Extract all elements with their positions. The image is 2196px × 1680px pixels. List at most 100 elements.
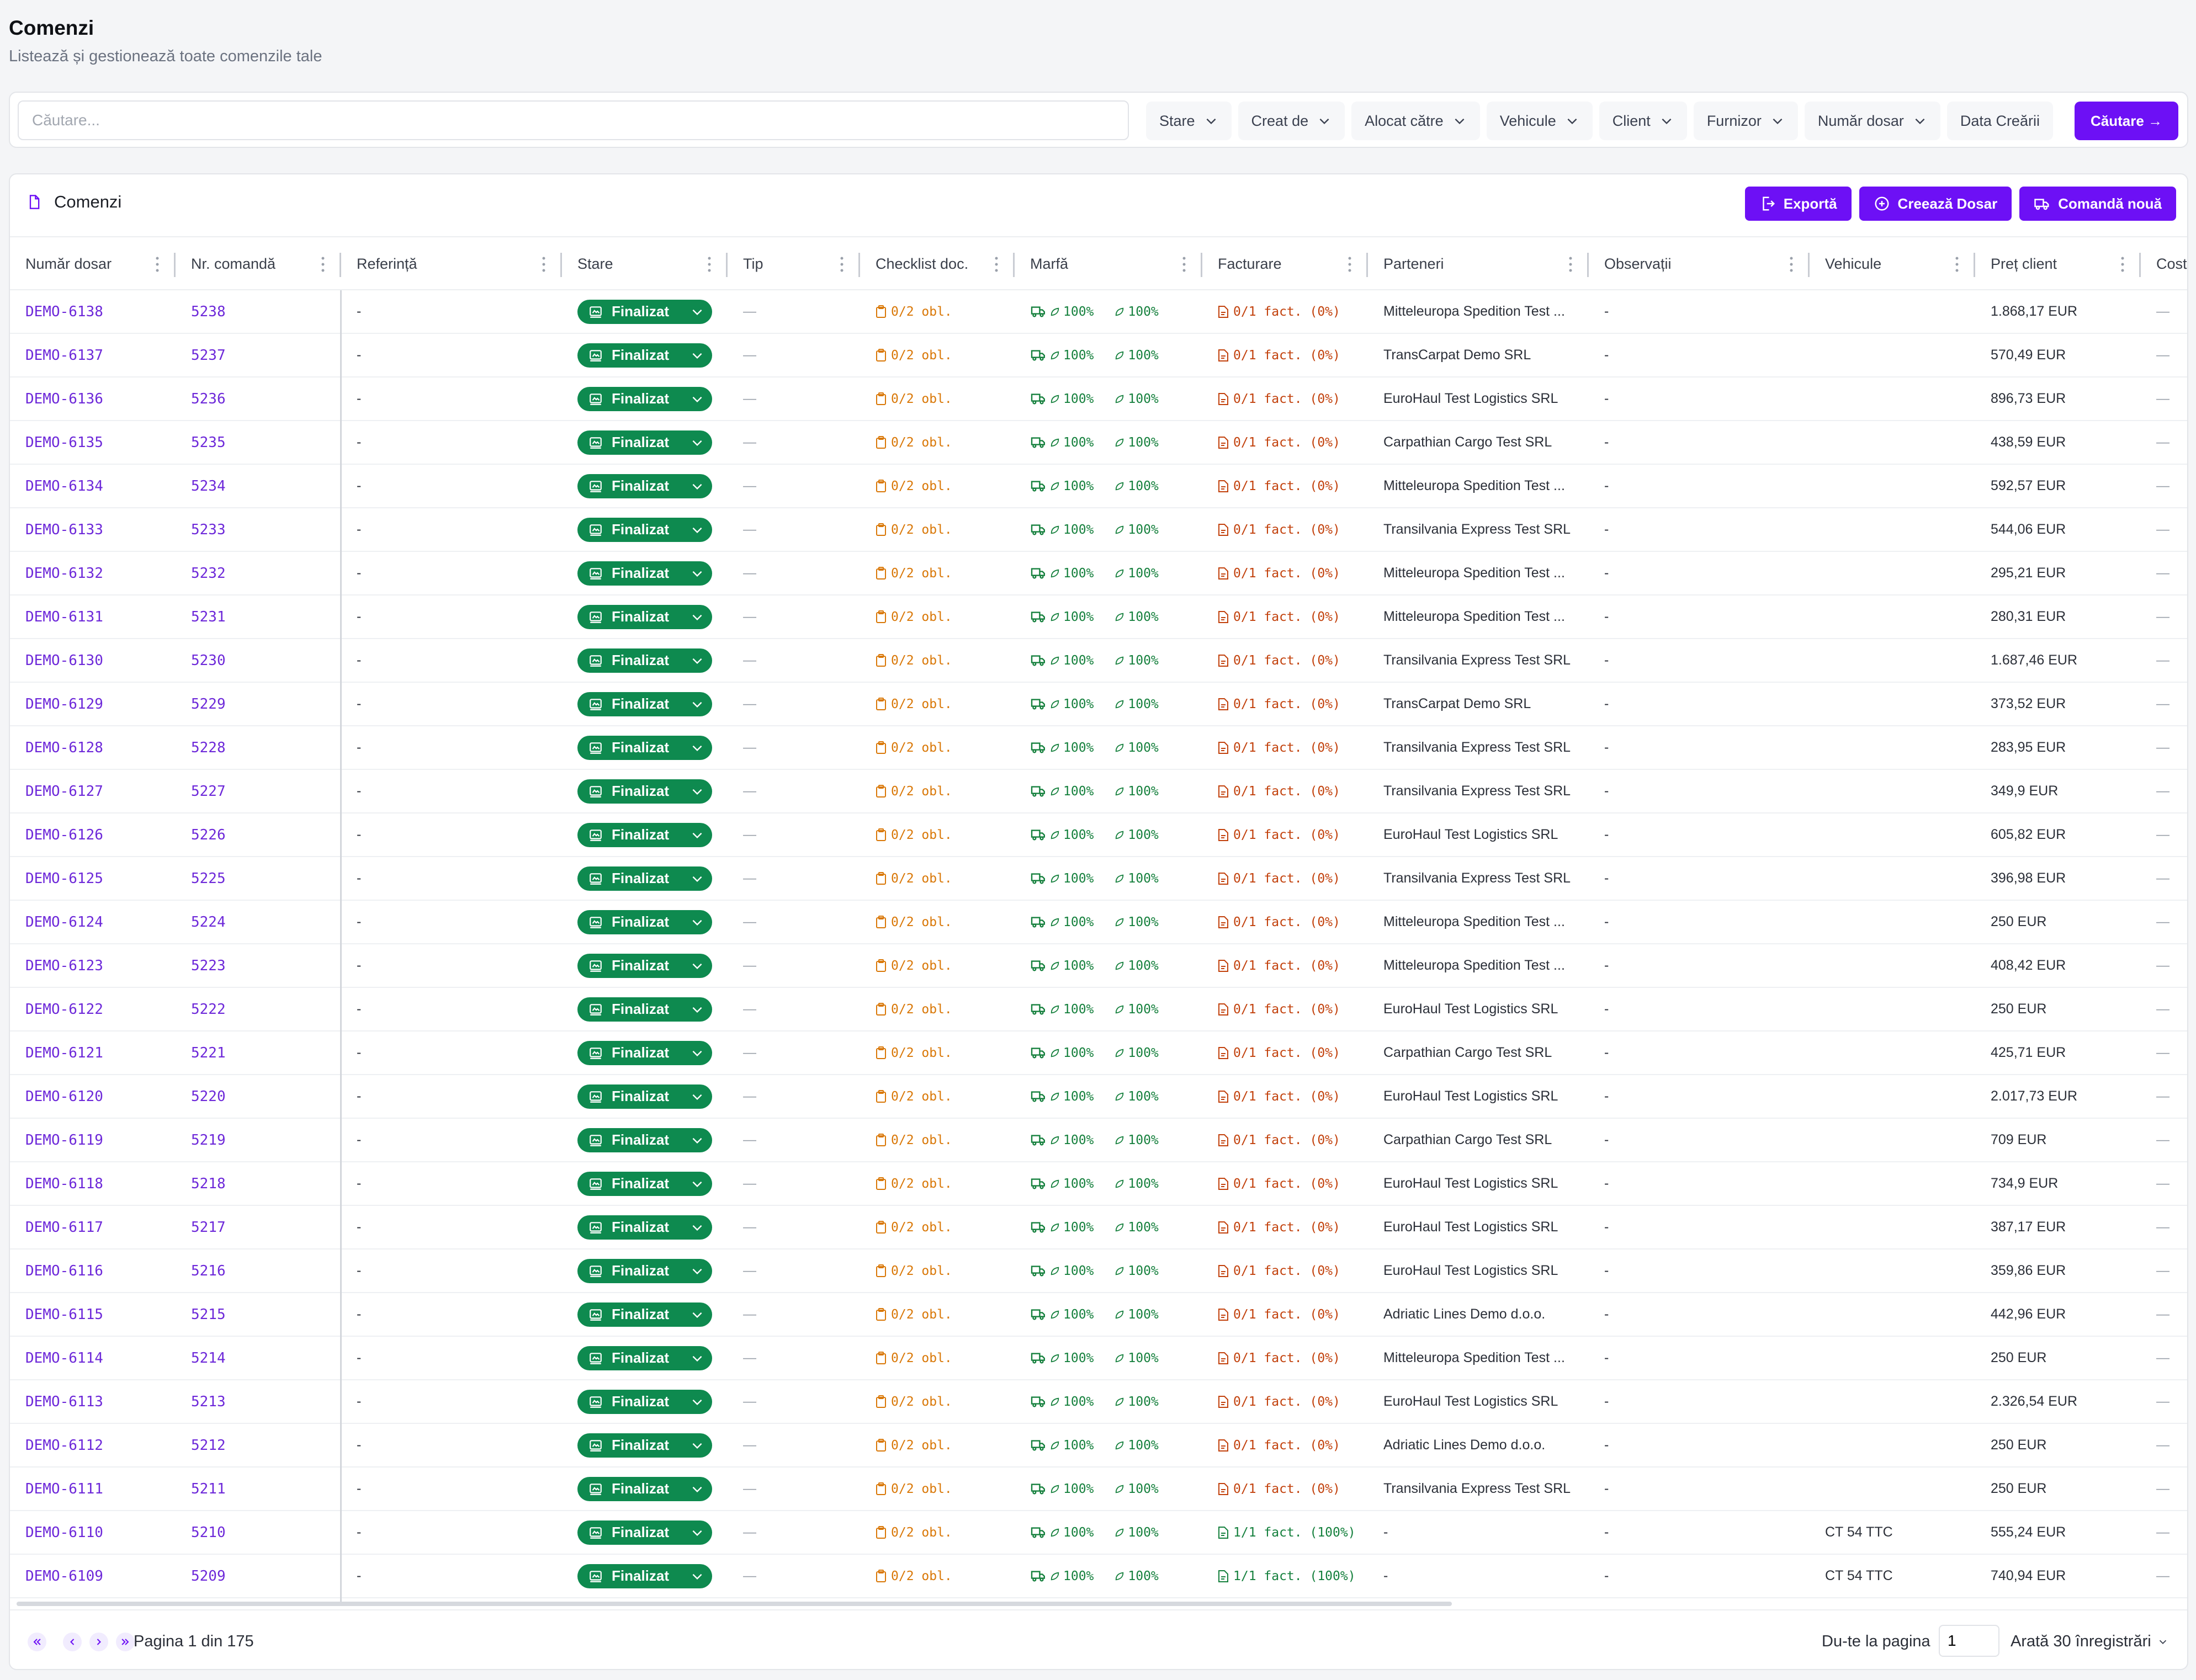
checklist-status[interactable]: 0/2 obl. [876, 392, 952, 406]
checklist-status[interactable]: 0/2 obl. [876, 1089, 952, 1104]
dossier-link[interactable]: DEMO-6131 [25, 609, 103, 625]
column-header-parteneri[interactable]: Parteneri [1368, 237, 1589, 290]
order-link[interactable]: 5232 [191, 565, 226, 582]
table-row[interactable]: DEMO-6115 5215- Finalizat —0/2 obl. 100% 100%… [10, 1293, 2187, 1337]
checklist-status[interactable]: 0/2 obl. [876, 1133, 952, 1147]
status-badge[interactable]: Finalizat [577, 386, 712, 411]
table-row[interactable]: DEMO-6113 5213- Finalizat —0/2 obl. 100% 100%… [10, 1380, 2187, 1424]
table-row[interactable]: DEMO-6137 5237- Finalizat —0/2 obl. 100% 100%… [10, 334, 2187, 378]
order-link[interactable]: 5220 [191, 1088, 226, 1105]
filter-2[interactable]: Alocat către [1351, 102, 1480, 140]
order-link[interactable]: 5227 [191, 783, 226, 800]
status-badge[interactable]: Finalizat [577, 779, 712, 804]
invoice-status[interactable]: 0/1 fact. (0%) [1218, 697, 1340, 711]
goto-page-input[interactable] [1939, 1625, 1999, 1657]
status-badge[interactable]: Finalizat [577, 1215, 712, 1240]
invoice-status[interactable]: 0/1 fact. (0%) [1218, 1220, 1340, 1235]
invoice-status[interactable]: 0/1 fact. (0%) [1218, 435, 1340, 450]
status-badge[interactable]: Finalizat [577, 1564, 712, 1588]
status-badge[interactable]: Finalizat [577, 735, 712, 760]
dossier-link[interactable]: DEMO-6121 [25, 1045, 103, 1061]
order-link[interactable]: 5214 [191, 1350, 226, 1367]
order-link[interactable]: 5235 [191, 434, 226, 451]
order-link[interactable]: 5225 [191, 870, 226, 887]
table-row[interactable]: DEMO-6125 5225- Finalizat —0/2 obl. 100% 100%… [10, 857, 2187, 901]
dossier-link[interactable]: DEMO-6114 [25, 1350, 103, 1367]
checklist-status[interactable]: 0/2 obl. [876, 1046, 952, 1060]
checklist-status[interactable]: 0/2 obl. [876, 435, 952, 450]
dossier-link[interactable]: DEMO-6118 [25, 1176, 103, 1192]
table-row[interactable]: DEMO-6111 5211- Finalizat —0/2 obl. 100% 100%… [10, 1468, 2187, 1511]
checklist-status[interactable]: 0/2 obl. [876, 1220, 952, 1235]
dossier-link[interactable]: DEMO-6123 [25, 958, 103, 974]
checklist-status[interactable]: 0/2 obl. [876, 959, 952, 973]
checklist-status[interactable]: 0/2 obl. [876, 566, 952, 581]
order-link[interactable]: 5215 [191, 1306, 226, 1323]
table-row[interactable]: DEMO-6118 5218- Finalizat —0/2 obl. 100% 100%… [10, 1162, 2187, 1206]
first-page-button[interactable] [28, 1633, 46, 1651]
column-menu-icon[interactable] [542, 256, 545, 273]
order-link[interactable]: 5238 [191, 304, 226, 320]
column-header-tip[interactable]: Tip [728, 237, 860, 290]
dossier-link[interactable]: DEMO-6126 [25, 827, 103, 843]
status-badge[interactable]: Finalizat [577, 910, 712, 934]
invoice-status[interactable]: 0/1 fact. (0%) [1218, 784, 1340, 799]
table-row[interactable]: DEMO-6120 5220- Finalizat —0/2 obl. 100% 100%… [10, 1075, 2187, 1119]
table-row[interactable]: DEMO-6122 5222- Finalizat —0/2 obl. 100% 100%… [10, 988, 2187, 1032]
invoice-status[interactable]: 0/1 fact. (0%) [1218, 828, 1340, 842]
invoice-status[interactable]: 1/1 fact. (100%) [1218, 1525, 1356, 1540]
checklist-status[interactable]: 0/2 obl. [876, 1307, 952, 1322]
prev-page-button[interactable] [63, 1633, 82, 1651]
table-row[interactable]: DEMO-6128 5228- Finalizat —0/2 obl. 100% 100%… [10, 726, 2187, 770]
status-badge[interactable]: Finalizat [577, 997, 712, 1022]
table-row[interactable]: DEMO-6135 5235- Finalizat —0/2 obl. 100% 100%… [10, 421, 2187, 465]
invoice-status[interactable]: 0/1 fact. (0%) [1218, 348, 1340, 363]
dossier-link[interactable]: DEMO-6132 [25, 565, 103, 582]
dossier-link[interactable]: DEMO-6109 [25, 1568, 103, 1585]
status-badge[interactable]: Finalizat [577, 1520, 712, 1545]
invoice-status[interactable]: 0/1 fact. (0%) [1218, 1177, 1340, 1191]
table-row[interactable]: DEMO-6133 5233- Finalizat —0/2 obl. 100% 100%… [10, 508, 2187, 552]
status-badge[interactable]: Finalizat [577, 822, 712, 847]
status-badge[interactable]: Finalizat [577, 1476, 712, 1501]
column-header-checklist[interactable]: Checklist doc. [860, 237, 1015, 290]
checklist-status[interactable]: 0/2 obl. [876, 1482, 952, 1496]
invoice-status[interactable]: 0/1 fact. (0%) [1218, 1089, 1340, 1104]
order-link[interactable]: 5230 [191, 652, 226, 669]
checklist-status[interactable]: 0/2 obl. [876, 523, 952, 537]
checklist-status[interactable]: 0/2 obl. [876, 479, 952, 493]
column-menu-icon[interactable] [708, 256, 711, 273]
invoice-status[interactable]: 0/1 fact. (0%) [1218, 1264, 1340, 1278]
checklist-status[interactable]: 0/2 obl. [876, 1002, 952, 1017]
dossier-link[interactable]: DEMO-6137 [25, 347, 103, 364]
invoice-status[interactable]: 0/1 fact. (0%) [1218, 610, 1340, 624]
checklist-status[interactable]: 0/2 obl. [876, 1351, 952, 1365]
column-menu-icon[interactable] [156, 256, 159, 273]
dossier-link[interactable]: DEMO-6115 [25, 1306, 103, 1323]
order-link[interactable]: 5237 [191, 347, 226, 364]
filter-7[interactable]: Data Creării [1946, 102, 2053, 140]
column-menu-icon[interactable] [321, 256, 325, 273]
status-badge[interactable]: Finalizat [577, 1389, 712, 1414]
table-row[interactable]: DEMO-6114 5214- Finalizat —0/2 obl. 100% 100%… [10, 1337, 2187, 1380]
status-badge[interactable]: Finalizat [577, 953, 712, 978]
table-row[interactable]: DEMO-6116 5216- Finalizat —0/2 obl. 100% 100%… [10, 1250, 2187, 1293]
order-link[interactable]: 5217 [191, 1219, 226, 1236]
order-link[interactable]: 5209 [191, 1568, 226, 1585]
table-row[interactable]: DEMO-6134 5234- Finalizat —0/2 obl. 100% 100%… [10, 465, 2187, 508]
table-row[interactable]: DEMO-6119 5219- Finalizat —0/2 obl. 100% 100%… [10, 1119, 2187, 1162]
dossier-link[interactable]: DEMO-6124 [25, 914, 103, 931]
column-menu-icon[interactable] [2121, 256, 2124, 273]
column-menu-icon[interactable] [995, 256, 998, 273]
status-badge[interactable]: Finalizat [577, 866, 712, 891]
table-row[interactable]: DEMO-6126 5226- Finalizat —0/2 obl. 100% 100%… [10, 814, 2187, 857]
horizontal-scrollbar[interactable] [17, 1602, 1452, 1606]
dossier-link[interactable]: DEMO-6122 [25, 1001, 103, 1018]
search-button[interactable]: Căutare → [2075, 102, 2178, 140]
invoice-status[interactable]: 0/1 fact. (0%) [1218, 566, 1340, 581]
order-link[interactable]: 5221 [191, 1045, 226, 1061]
status-badge[interactable]: Finalizat [577, 1040, 712, 1065]
checklist-status[interactable]: 0/2 obl. [876, 1177, 952, 1191]
order-link[interactable]: 5218 [191, 1176, 226, 1192]
table-row[interactable]: DEMO-6123 5223- Finalizat —0/2 obl. 100% 100%… [10, 944, 2187, 988]
